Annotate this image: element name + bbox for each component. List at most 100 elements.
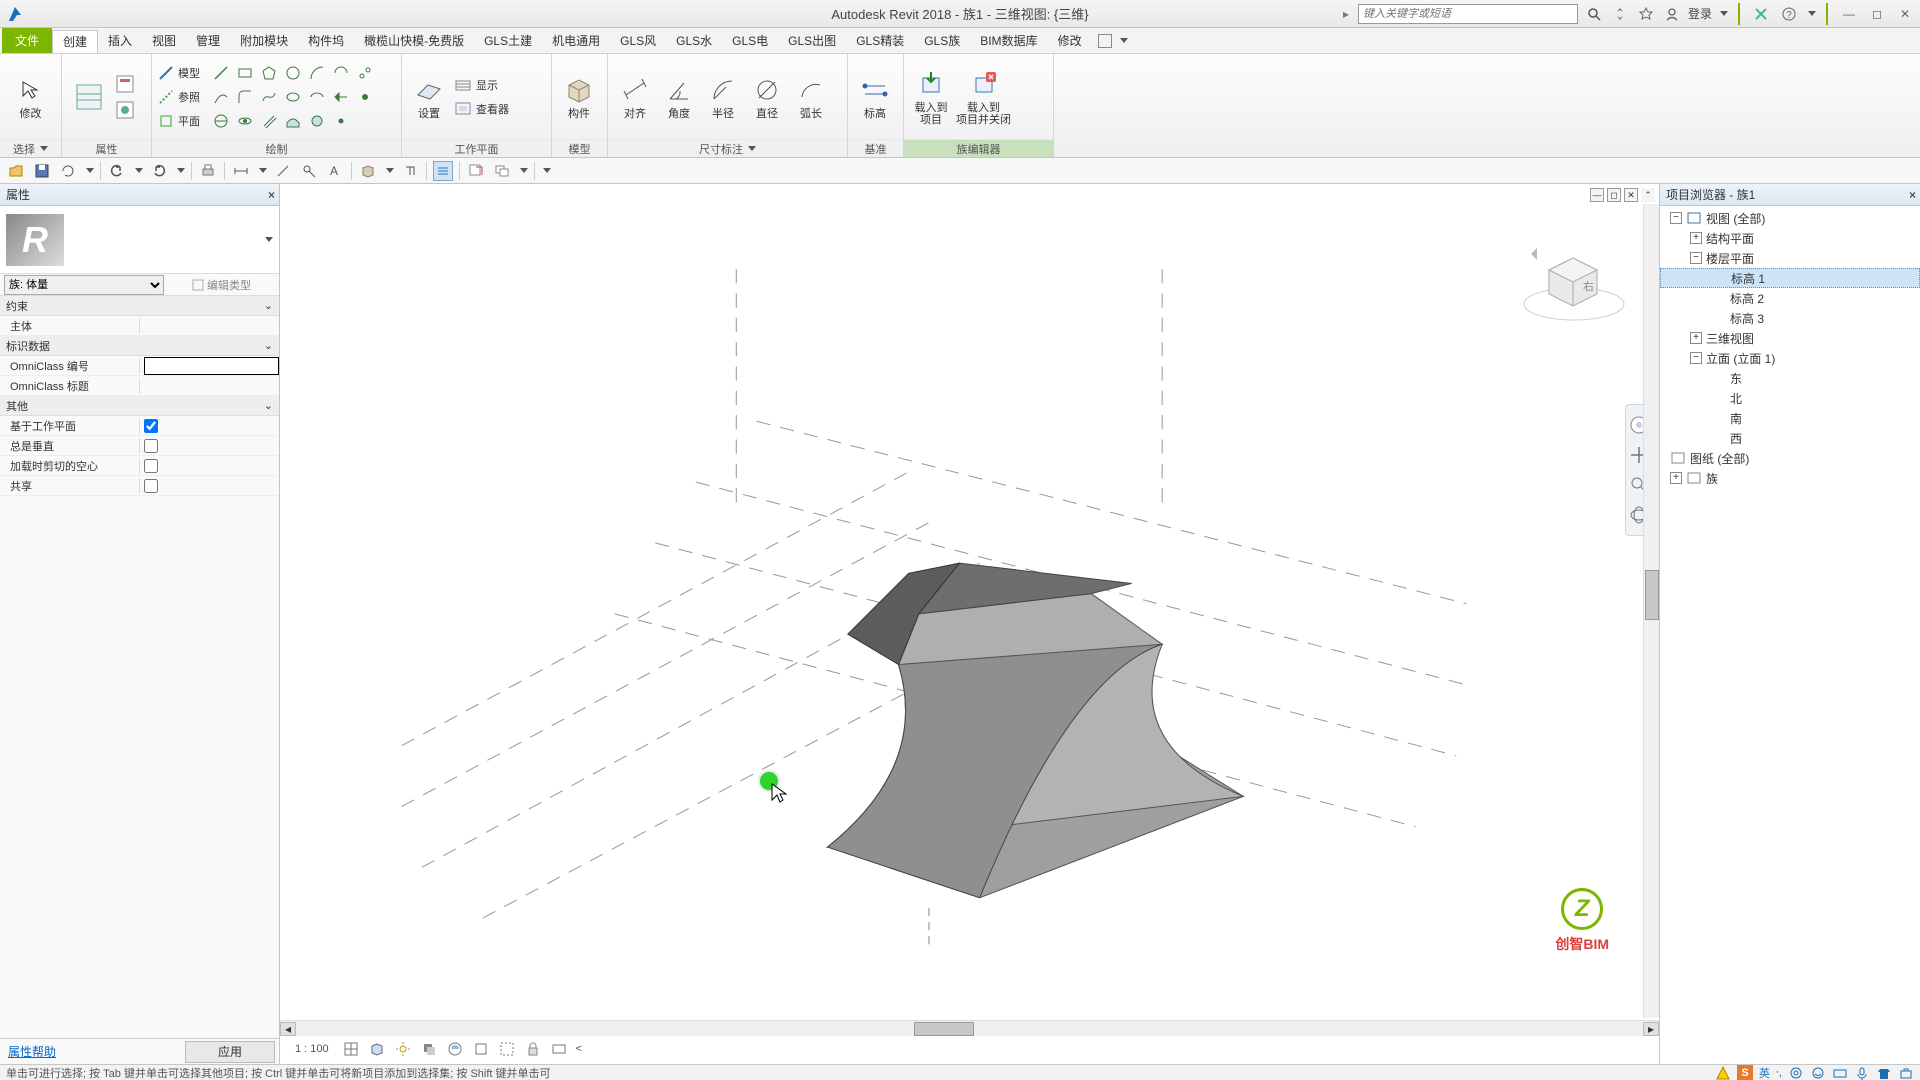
file-tab[interactable]: 文件 xyxy=(2,28,52,53)
shadows-icon[interactable] xyxy=(420,1040,438,1058)
node-elev[interactable]: −立面 (立面 1) xyxy=(1660,348,1920,368)
tag-icon[interactable] xyxy=(299,161,319,181)
view-close-icon[interactable]: ✕ xyxy=(1624,188,1638,202)
node-west[interactable]: 西 xyxy=(1660,428,1920,448)
render-icon[interactable] xyxy=(446,1040,464,1058)
tab-create[interactable]: 创建 xyxy=(52,30,98,53)
spline-icon[interactable] xyxy=(258,86,280,108)
login-link[interactable]: 登录 xyxy=(1688,5,1712,22)
component-button[interactable]: 构件 xyxy=(558,74,600,120)
favorite-icon[interactable] xyxy=(1636,4,1656,24)
view-max-icon[interactable]: ◻ xyxy=(1607,188,1621,202)
node-level2[interactable]: 标高 2 xyxy=(1660,288,1920,308)
node-sheets[interactable]: 图纸 (全部) xyxy=(1660,448,1920,468)
sync-icon[interactable] xyxy=(58,161,78,181)
tab-modify[interactable]: 修改 xyxy=(1048,28,1092,53)
cut-void-check[interactable] xyxy=(144,459,158,473)
node-level1[interactable]: 标高 1 xyxy=(1660,268,1920,288)
fillet-icon[interactable] xyxy=(234,86,256,108)
workplane-viewer-button[interactable]: 查看器 xyxy=(454,98,509,120)
section-icon[interactable] xyxy=(400,161,420,181)
node-families[interactable]: +族 xyxy=(1660,468,1920,488)
view-min-icon[interactable]: — xyxy=(1590,188,1604,202)
tab-view[interactable]: 视图 xyxy=(142,28,186,53)
cat-constraints[interactable]: 约束⌄ xyxy=(0,296,279,316)
half-ellipse-icon[interactable] xyxy=(306,86,328,108)
node-east[interactable]: 东 xyxy=(1660,368,1920,388)
shared-check[interactable] xyxy=(144,479,158,493)
browser-title[interactable]: 项目浏览器 - 族1× xyxy=(1660,184,1920,206)
arc-icon[interactable] xyxy=(306,62,328,84)
node-north[interactable]: 北 xyxy=(1660,388,1920,408)
tab-bimdb[interactable]: BIM数据库 xyxy=(970,28,1047,53)
properties-title[interactable]: 属性× xyxy=(0,184,279,206)
lock-icon[interactable] xyxy=(524,1040,542,1058)
sphere-icon[interactable] xyxy=(306,110,328,132)
spline-point-icon[interactable] xyxy=(354,62,376,84)
user-icon[interactable] xyxy=(1662,4,1682,24)
switch-win-icon[interactable] xyxy=(492,161,512,181)
tab-gls-air[interactable]: GLS风 xyxy=(610,28,666,53)
skin-icon[interactable] xyxy=(1876,1065,1892,1080)
load-close-button[interactable]: 载入到 项目并关闭 xyxy=(956,68,1011,126)
show-workplane-button[interactable]: 显示 xyxy=(454,74,509,96)
rect-icon[interactable] xyxy=(234,62,256,84)
redo-icon[interactable] xyxy=(149,161,169,181)
apply-button[interactable]: 应用 xyxy=(185,1041,275,1063)
tab-gls-deco[interactable]: GLS精装 xyxy=(846,28,914,53)
circle-icon[interactable] xyxy=(282,62,304,84)
load-into-project-button[interactable]: 载入到 项目 xyxy=(910,68,952,126)
dim-arc-button[interactable]: 弧长 xyxy=(790,74,832,120)
dim-icon[interactable] xyxy=(273,161,293,181)
toolbox-icon[interactable] xyxy=(1898,1065,1914,1080)
dim-radius-button[interactable]: 半径 xyxy=(702,74,744,120)
search-input[interactable] xyxy=(1358,4,1578,24)
crop-region-icon[interactable] xyxy=(498,1040,516,1058)
ref-lines-button[interactable]: 参照 xyxy=(158,86,200,108)
wp-based-check[interactable] xyxy=(144,419,158,433)
point-icon[interactable] xyxy=(354,86,376,108)
tab-manage[interactable]: 管理 xyxy=(186,28,230,53)
reveal-icon[interactable] xyxy=(550,1040,568,1058)
qat-customize-icon[interactable] xyxy=(543,168,551,173)
tab-gls-fam[interactable]: GLS族 xyxy=(914,28,970,53)
close-button[interactable]: ✕ xyxy=(1894,3,1916,25)
settings-icon[interactable] xyxy=(1788,1065,1804,1080)
tab-gls-elec[interactable]: GLS电 xyxy=(722,28,778,53)
ime-icon[interactable]: S xyxy=(1737,1065,1753,1080)
properties-button[interactable] xyxy=(68,81,110,113)
edit-type-button[interactable]: 编辑类型 xyxy=(164,277,279,293)
crop-icon[interactable] xyxy=(472,1040,490,1058)
warning-icon[interactable] xyxy=(1715,1065,1731,1080)
exchange-icon[interactable] xyxy=(1750,3,1772,25)
cat-id[interactable]: 标识数据⌄ xyxy=(0,336,279,356)
thin-lines-icon[interactable] xyxy=(433,161,453,181)
tab-goujianwu[interactable]: 构件坞 xyxy=(298,28,354,53)
sun-path-icon[interactable] xyxy=(394,1040,412,1058)
visual-style-icon[interactable] xyxy=(368,1040,386,1058)
tab-gls-draw[interactable]: GLS出图 xyxy=(778,28,846,53)
family-types-icon[interactable] xyxy=(114,73,136,95)
line-icon[interactable] xyxy=(210,62,232,84)
node-south[interactable]: 南 xyxy=(1660,408,1920,428)
ellipse-icon[interactable] xyxy=(282,86,304,108)
search-icon[interactable] xyxy=(1584,4,1604,24)
dim-angle-button[interactable]: 角度 xyxy=(658,74,700,120)
detail-level-icon[interactable] xyxy=(342,1040,360,1058)
microphone-icon[interactable] xyxy=(1854,1065,1870,1080)
tab-gls-arch[interactable]: GLS土建 xyxy=(474,28,542,53)
default3d-icon[interactable] xyxy=(358,161,378,181)
inscribed-icon[interactable] xyxy=(210,110,232,132)
tab-addins[interactable]: 附加模块 xyxy=(230,28,298,53)
lang-label[interactable]: 英 xyxy=(1759,1065,1770,1080)
cat-other[interactable]: 其他⌄ xyxy=(0,396,279,416)
help-icon[interactable]: ? xyxy=(1778,3,1800,25)
text-icon[interactable]: A xyxy=(325,161,345,181)
eye-icon[interactable] xyxy=(234,110,256,132)
pick-icon[interactable] xyxy=(330,86,352,108)
maximize-button[interactable]: ◻ xyxy=(1866,3,1888,25)
level-button[interactable]: 标高 xyxy=(854,74,896,120)
tab-gls-water[interactable]: GLS水 xyxy=(666,28,722,53)
print-icon[interactable] xyxy=(198,161,218,181)
modify-tool-button[interactable]: 修改 xyxy=(10,74,52,120)
